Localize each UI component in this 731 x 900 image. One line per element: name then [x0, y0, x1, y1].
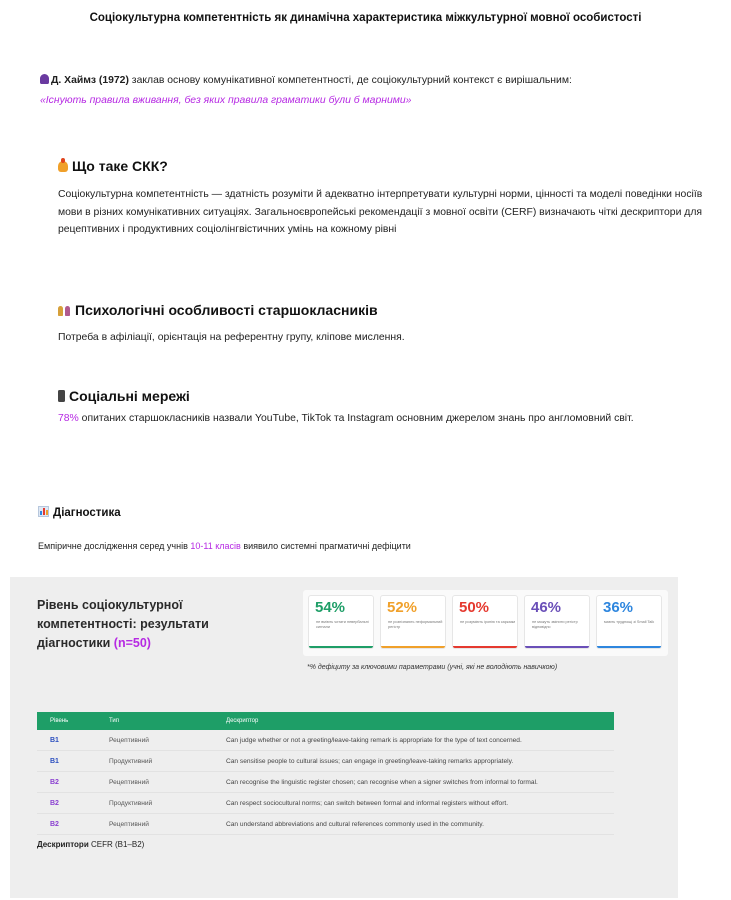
- stat-value: 46%: [531, 599, 562, 616]
- social-heading: Соціальні мережі: [58, 388, 190, 404]
- row-level: B1: [50, 758, 59, 765]
- table-row: B2 Продуктивний Can respect sociocultura…: [37, 793, 614, 814]
- haims-author: Д. Хаймз (1972): [51, 75, 129, 86]
- hand-icon: [58, 158, 68, 172]
- row-descriptor: Can recognise the linguistic register ch…: [226, 779, 538, 786]
- social-heading-text: Соціальні мережі: [69, 388, 190, 404]
- person-icon: [40, 74, 49, 84]
- row-type: Рецептивний: [109, 821, 149, 828]
- row-descriptor: Can understand abbreviations and cultura…: [226, 821, 484, 828]
- stat-card: 52% не розпізнають неформальний регістр: [380, 595, 446, 649]
- row-level: B2: [50, 800, 59, 807]
- header-descriptor: Дескриптор: [226, 718, 259, 724]
- row-level: B2: [50, 821, 59, 828]
- chart-icon: [38, 506, 49, 517]
- stat-card: 46% не можуть змінити регістр відповідно: [524, 595, 590, 649]
- diag-highlight: 10-11 класів: [190, 541, 241, 551]
- stat-desc: не вміють читати невербальні сигнали: [316, 620, 369, 629]
- stat-cards: 54% не вміють читати невербальні сигнали…: [303, 590, 668, 656]
- row-descriptor: Can sensitise people to cultural issues;…: [226, 758, 514, 765]
- social-body: 78% опитаних старшокласників назвали You…: [58, 410, 698, 428]
- header-level: Рівень: [50, 718, 69, 724]
- people-icon: [58, 303, 71, 316]
- table-caption: Дескриптори CEFR (B1–B2): [37, 840, 144, 849]
- cefr-table: Рівень Тип Дескриптор B1 Рецептивний Can…: [37, 712, 614, 835]
- row-descriptor: Can judge whether or not a greeting/leav…: [226, 737, 522, 744]
- stat-value: 36%: [603, 599, 634, 616]
- social-percent: 78%: [58, 413, 79, 424]
- row-type: Рецептивний: [109, 779, 149, 786]
- stat-value: 54%: [315, 599, 346, 616]
- haims-quote: «Існують правила вживання, без яких прав…: [40, 95, 412, 106]
- stat-accent-bar: [525, 646, 589, 648]
- psych-heading-text: Психологічні особливості старшокласників: [75, 302, 378, 318]
- haims-text: заклав основу комунікативної компетентно…: [128, 75, 572, 86]
- row-level: B1: [50, 737, 59, 744]
- row-level: B2: [50, 779, 59, 786]
- social-text: опитаних старшокласників назвали YouTube…: [78, 413, 634, 424]
- diag-heading: Діагностика: [38, 506, 121, 519]
- row-descriptor: Can respect sociocultural norms; can swi…: [226, 800, 509, 807]
- stat-value: 52%: [387, 599, 418, 616]
- diag-body: Емпіричне дослідження серед учнів 10-11 …: [38, 538, 411, 556]
- stat-accent-bar: [453, 646, 517, 648]
- table-row: B2 Рецептивний Can understand abbreviati…: [37, 814, 614, 835]
- stat-card: 36% мають труднощі зі Small Talk: [596, 595, 662, 649]
- diag-heading-text: Діагностика: [53, 507, 121, 519]
- panel-sample-size: (n=50): [113, 636, 151, 650]
- skk-heading-text: Що таке СКК?: [72, 158, 168, 174]
- caption-bold: Дескриптори: [37, 840, 89, 849]
- table-row: B1 Продуктивний Can sensitise people to …: [37, 751, 614, 772]
- row-type: Продуктивний: [109, 758, 153, 765]
- table-header: Рівень Тип Дескриптор: [37, 712, 614, 730]
- diag-text-after: виявило системні прагматичні дефіцити: [240, 541, 411, 551]
- table-row: B2 Рецептивний Can recognise the linguis…: [37, 772, 614, 793]
- caption-rest: CEFR (B1–B2): [88, 840, 145, 849]
- phone-icon: [58, 390, 65, 402]
- stat-desc: не розпізнають неформальний регістр: [388, 620, 443, 629]
- haims-statement: Д. Хаймз (1972) заклав основу комунікати…: [40, 74, 572, 88]
- table-row: B1 Рецептивний Can judge whether or not …: [37, 730, 614, 751]
- stat-desc: не можуть змінити регістр відповідно: [532, 620, 578, 629]
- stat-accent-bar: [381, 646, 445, 648]
- skk-heading: Що таке СКК?: [58, 158, 168, 174]
- page-title: Соціокультурна компетентність як динаміч…: [89, 12, 642, 24]
- stat-value: 50%: [459, 599, 490, 616]
- row-type: Рецептивний: [109, 737, 149, 744]
- skk-body: Соціокультурна компетентність — здатніст…: [58, 189, 703, 235]
- stat-card: 50% не розуміють іронію та сарказм: [452, 595, 518, 649]
- stat-accent-bar: [597, 646, 661, 648]
- row-type: Продуктивний: [109, 800, 153, 807]
- stat-desc: не розуміють іронію та сарказм: [460, 620, 516, 624]
- diagnostics-panel: Рівень соціокультурної компетентності: р…: [10, 577, 678, 898]
- header-type: Тип: [109, 718, 120, 724]
- stat-card: 54% не вміють читати невербальні сигнали: [308, 595, 374, 649]
- stat-accent-bar: [309, 646, 373, 648]
- stat-desc: мають труднощі зі Small Talk: [604, 620, 655, 624]
- stats-footnote: *% дефіциту за ключовими параметрами (уч…: [307, 664, 558, 671]
- psych-body: Потреба в афіліації, орієнтація на рефер…: [58, 332, 405, 343]
- panel-title: Рівень соціокультурної компетентності: р…: [37, 596, 247, 653]
- psych-heading: Психологічні особливості старшокласників: [58, 302, 378, 318]
- diag-text-before: Емпіричне дослідження серед учнів: [38, 541, 191, 551]
